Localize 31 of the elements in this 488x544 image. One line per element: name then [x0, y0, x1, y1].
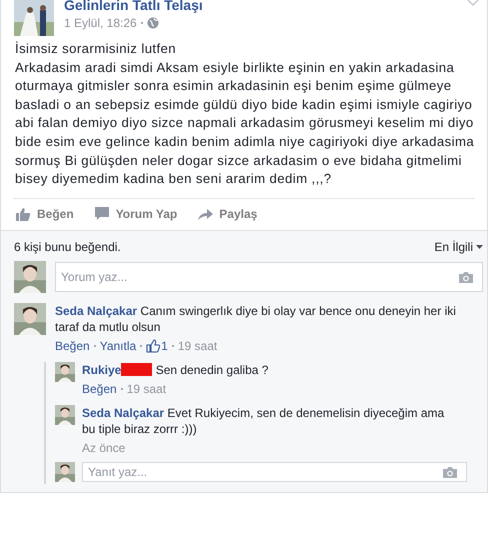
author-link[interactable]: Seda Nalçakar — [55, 304, 138, 318]
comment-time: 19 saat — [126, 382, 166, 397]
post-text: İsimsiz sorarmisiniz lutfen — [15, 40, 178, 58]
page-name[interactable]: Gelinlerin Tatlı Telaşı — [64, 0, 467, 13]
like-button[interactable]: Beğen — [15, 204, 74, 224]
reply-field[interactable]: Yanıt yaz... — [82, 462, 467, 482]
comment-text: Rukiye Sen denedin galiba ? — [82, 362, 270, 378]
comment-time: 19 saat — [178, 338, 218, 354]
author-link[interactable]: Seda Nalçakar — [82, 406, 164, 420]
chevron-icon — [467, 0, 479, 7]
comment-text: Seda Nalçakar Evet Rukiyecim, sen de denemelisin diyeceğim ama bu tiple biraz zorrr :))) — [82, 404, 446, 437]
caret-icon — [476, 244, 483, 249]
comment-text: Seda Nalçakar Canım swingerlık diye bi olay var bence onu deneyin her iki taraf da mutlu olsun — [55, 302, 457, 335]
thumbs-up-icon — [15, 206, 31, 222]
comment-button[interactable]: Yorum Yap — [94, 204, 178, 224]
like-count[interactable]: 1 — [161, 338, 168, 354]
thumbs-up-icon — [146, 339, 160, 354]
likes-summary[interactable]: 6 kişi bunu beğendi. — [14, 240, 121, 254]
redaction-mark — [121, 362, 152, 376]
action-link[interactable]: Beğen — [82, 382, 117, 397]
speech-bubble-icon — [94, 206, 110, 222]
share-button[interactable]: Paylaş — [197, 204, 258, 224]
post-text: Arkadasim aradi simdi Aksam esiyle birlikte eşinin en yakin arkadasina oturmaya gitmisler sonra esimin arkadasinin eşi benim eşime gülmeye basladi o an sebepsiz esimde güldü diyo bide kadin eşimi ismiyle cagiriyo abi falan demiyo diyo sizce napmali arkadasim görusmeyi keselim mi diyo bide esim eve gelince kadin benim adimla niye cagiriyoki diye arkadasima sormuş Bi gülüşden neler dogar sizce arkadasim o eve bidaha gitmelimi bisey diyemedim kadina ben seni ararim dedim ,,,? — [15, 58, 476, 188]
action-link[interactable]: Beğen — [55, 338, 90, 354]
action-link[interactable]: Yanıtla — [100, 338, 136, 354]
sort-dropdown[interactable]: En İlgili — [434, 240, 483, 254]
author-link[interactable]: Rukiye — [82, 362, 122, 377]
comment-time: Az önce — [82, 440, 126, 456]
camera-icon — [458, 270, 474, 284]
camera-icon — [442, 466, 458, 479]
comment-field[interactable]: Yorum yaz... — [55, 262, 483, 292]
